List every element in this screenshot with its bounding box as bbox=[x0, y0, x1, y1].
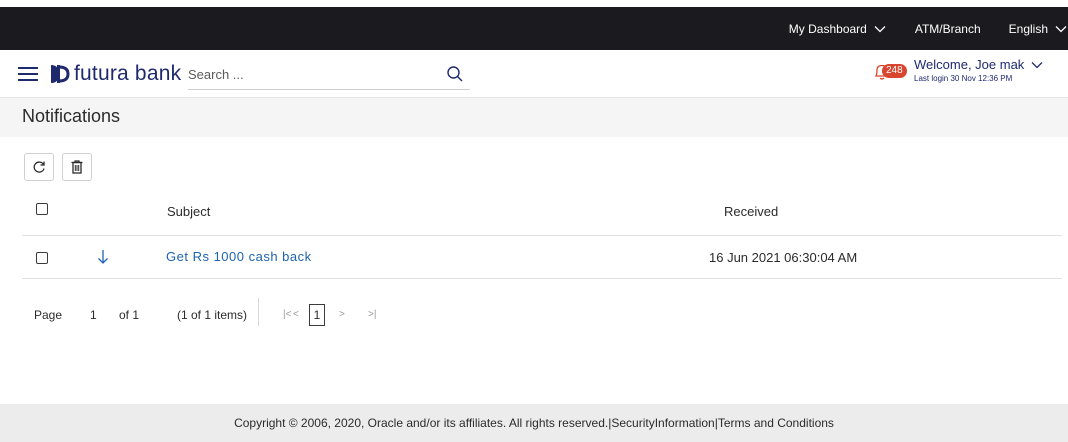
chevron-down-icon bbox=[1031, 61, 1043, 68]
page-footer: Copyright © 2006, 2020, Oracle and/or it… bbox=[0, 404, 1068, 442]
notification-received-date: 16 Jun 2021 06:30:04 AM bbox=[709, 250, 858, 265]
page-total: of 1 bbox=[119, 308, 140, 322]
user-menu[interactable]: Welcome, Joe mak Last login 30 Nov 12:36… bbox=[914, 57, 1044, 83]
app-header: futura bank 248 Welcome, Joe mak Last lo… bbox=[0, 50, 1068, 98]
column-header-subject[interactable]: Subject bbox=[167, 204, 210, 219]
search-input[interactable] bbox=[188, 67, 438, 82]
brand-name: futura bank bbox=[74, 62, 182, 85]
pager-divider bbox=[258, 298, 259, 326]
language-label: English bbox=[1008, 21, 1048, 36]
bank-logo[interactable]: futura bank bbox=[48, 60, 181, 88]
top-nav-bar: My Dashboard ATM/Branch English bbox=[0, 7, 1068, 50]
hamburger-menu-icon[interactable] bbox=[18, 63, 40, 83]
copyright-text: Copyright © 2006, 2020, Oracle and/or it… bbox=[234, 416, 609, 430]
search-box bbox=[188, 60, 470, 90]
terms-conditions-link[interactable]: Terms and Conditions bbox=[718, 416, 834, 430]
notification-count-badge: 248 bbox=[882, 64, 907, 78]
window-top-edge bbox=[0, 0, 1068, 7]
row-checkbox[interactable] bbox=[36, 252, 48, 264]
items-summary: (1 of 1 items) bbox=[177, 308, 248, 322]
page-number-input[interactable]: 1 bbox=[90, 308, 97, 322]
select-all-checkbox[interactable] bbox=[36, 203, 48, 215]
notification-subject-link[interactable]: Get Rs 1000 cash back bbox=[166, 249, 312, 264]
next-page-button[interactable]: > bbox=[339, 309, 345, 320]
row-divider bbox=[22, 278, 1062, 279]
chevron-down-icon bbox=[874, 25, 886, 32]
last-page-button[interactable]: >| bbox=[368, 309, 376, 320]
search-icon[interactable] bbox=[446, 65, 464, 83]
logo-mark-icon bbox=[51, 65, 70, 83]
welcome-text: Welcome, Joe mak bbox=[914, 57, 1025, 72]
notifications-panel bbox=[0, 137, 1068, 404]
last-login-text: Last login 30 Nov 12:36 PM bbox=[914, 74, 1013, 83]
current-page-button[interactable]: 1 bbox=[309, 304, 325, 326]
page-label: Page bbox=[34, 308, 63, 322]
my-dashboard-menu[interactable]: My Dashboard bbox=[775, 7, 901, 50]
refresh-button[interactable] bbox=[24, 153, 54, 181]
trash-icon bbox=[71, 160, 83, 174]
chevron-down-icon bbox=[1055, 25, 1067, 32]
atm-branch-label: ATM/Branch bbox=[914, 21, 981, 36]
page-title: Notifications bbox=[22, 106, 121, 126]
column-header-received[interactable]: Received bbox=[724, 204, 778, 219]
arrow-down-icon bbox=[98, 250, 108, 264]
atm-branch-link[interactable]: ATM/Branch bbox=[901, 7, 995, 50]
delete-button[interactable] bbox=[62, 153, 92, 181]
refresh-icon bbox=[33, 161, 45, 173]
security-information-link[interactable]: SecurityInformation bbox=[611, 416, 714, 430]
my-dashboard-label: My Dashboard bbox=[788, 21, 867, 36]
header-divider bbox=[22, 235, 1062, 236]
language-menu[interactable]: English bbox=[995, 7, 1068, 50]
first-page-button[interactable]: |< bbox=[283, 309, 291, 320]
prev-page-button[interactable]: < bbox=[293, 309, 299, 320]
